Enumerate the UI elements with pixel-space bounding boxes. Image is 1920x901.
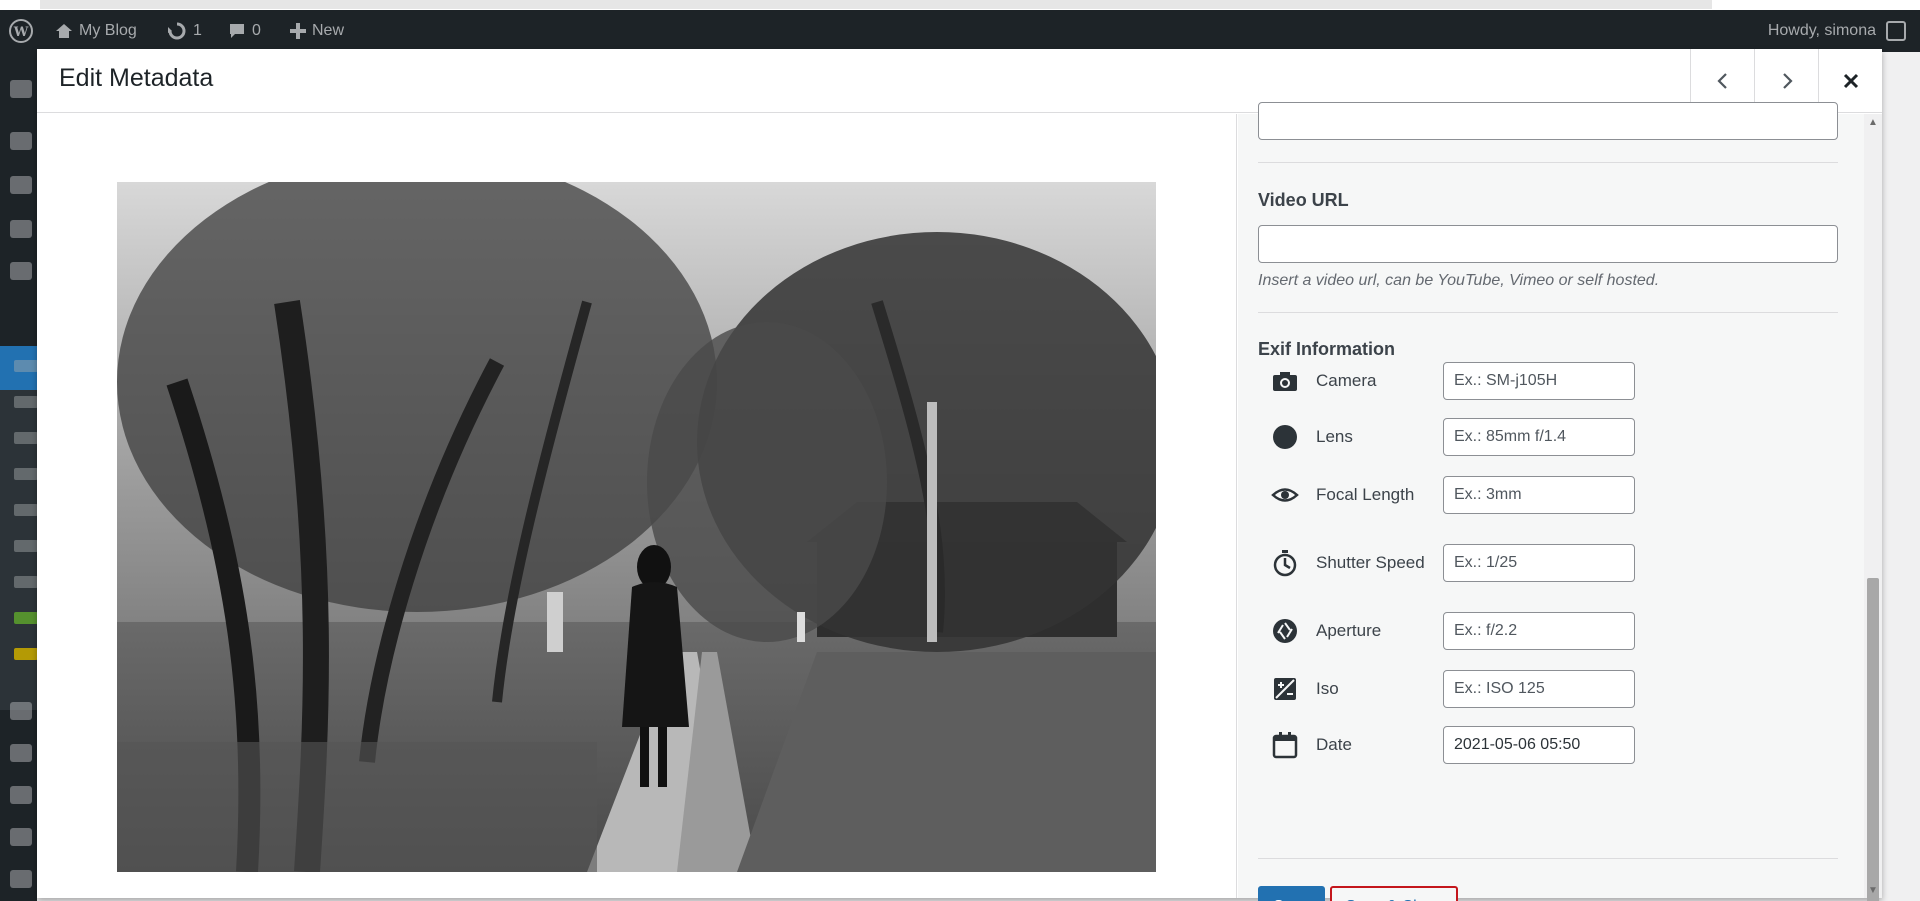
- plus-icon: [290, 23, 306, 39]
- sidebar-sub-item[interactable]: [14, 504, 38, 516]
- comment-icon: [230, 24, 244, 38]
- exif-row-shutter-speed: Shutter Speed: [1258, 543, 1658, 583]
- exif-label-camera: Camera: [1316, 371, 1377, 390]
- wordpress-logo[interactable]: W: [8, 10, 34, 52]
- focal-length-input[interactable]: [1443, 476, 1635, 514]
- admin-sidebar: [0, 52, 38, 901]
- chevron-right-icon: [1782, 73, 1793, 89]
- sidebar-sub-item[interactable]: [14, 396, 38, 408]
- exif-label-date: Date: [1316, 735, 1352, 754]
- previous-field-input[interactable]: [1258, 102, 1838, 140]
- updates-link[interactable]: 1: [167, 10, 202, 52]
- stopwatch-icon: [1270, 548, 1300, 578]
- aperture-icon: [1270, 616, 1300, 646]
- lens-icon: [1270, 422, 1300, 452]
- exif-label-aperture: Aperture: [1316, 621, 1382, 640]
- site-name-link[interactable]: My Blog: [55, 10, 137, 52]
- modal-title: Edit Metadata: [59, 64, 214, 92]
- divider: [1258, 312, 1838, 313]
- video-url-label: Video URL: [1258, 190, 1349, 210]
- lens-input[interactable]: [1443, 418, 1635, 456]
- exif-label-lens: Lens: [1316, 427, 1353, 446]
- camera-input[interactable]: [1443, 362, 1635, 400]
- sidebar-sub-item[interactable]: [14, 432, 38, 444]
- sidebar-sub-item[interactable]: [14, 612, 38, 624]
- edit-metadata-modal: Edit Metadata Video URL Insert a video u…: [37, 49, 1882, 901]
- iso-input[interactable]: [1443, 670, 1635, 708]
- exif-label-iso: Iso: [1316, 679, 1339, 698]
- exif-row-camera: Camera: [1258, 361, 1658, 401]
- camera-icon: [1270, 366, 1300, 396]
- sidebar-sub-item[interactable]: [14, 540, 38, 552]
- users-icon[interactable]: [10, 786, 32, 804]
- exif-heading: Exif Information: [1258, 339, 1396, 359]
- calendar-icon: [1270, 730, 1300, 760]
- divider: [1258, 858, 1838, 859]
- shutter-speed-input[interactable]: [1443, 544, 1635, 582]
- scroll-down-arrow-icon[interactable]: ▼: [1868, 886, 1878, 896]
- exif-label-focal-length: Focal Length: [1316, 485, 1415, 504]
- sidebar-sub-item[interactable]: [14, 360, 38, 372]
- save-button[interactable]: Save: [1258, 886, 1325, 901]
- new-content-link[interactable]: New: [290, 10, 344, 52]
- video-url-help: Insert a video url, can be YouTube, Vime…: [1258, 272, 1660, 289]
- chevron-left-icon: [1716, 73, 1727, 89]
- scrollbar-thumb[interactable]: [1867, 578, 1879, 901]
- dashboard-icon[interactable]: [10, 80, 32, 98]
- plugins-icon[interactable]: [10, 744, 32, 762]
- sidebar-sub-item[interactable]: [14, 468, 38, 480]
- admin-bar: W My Blog 1 0 New Howdy, simona: [0, 10, 1920, 52]
- exif-row-lens: Lens: [1258, 417, 1658, 457]
- new-label: New: [312, 22, 345, 39]
- media-icon[interactable]: [10, 176, 32, 194]
- video-url-input[interactable]: [1258, 225, 1838, 263]
- posts-icon[interactable]: [10, 132, 32, 150]
- tools-icon[interactable]: [10, 828, 32, 846]
- iso-icon: [1270, 674, 1300, 704]
- exif-row-date: Date: [1258, 725, 1658, 765]
- howdy-link[interactable]: Howdy, simona: [1768, 10, 1876, 52]
- avatar[interactable]: [1886, 21, 1906, 41]
- sidebar-sub-item[interactable]: [14, 648, 38, 660]
- settings-icon[interactable]: [10, 870, 32, 888]
- exif-row-focal-length: Focal Length: [1258, 475, 1658, 515]
- site-name: My Blog: [79, 22, 137, 39]
- close-icon: [1843, 73, 1858, 89]
- image-preview-pane: [37, 114, 1237, 898]
- wordpress-logo-icon: W: [9, 19, 33, 43]
- photo-park-path: [117, 182, 1156, 872]
- browser-top-strip: [0, 0, 1920, 10]
- pages-icon[interactable]: [10, 220, 32, 238]
- comments-link[interactable]: 0: [228, 10, 261, 52]
- svg-text:W: W: [13, 25, 29, 40]
- sidebar-sub-item[interactable]: [14, 576, 38, 588]
- aperture-input[interactable]: [1443, 612, 1635, 650]
- divider: [1258, 162, 1838, 163]
- top-strip-bar: [40, 0, 1712, 9]
- comments-menu-icon[interactable]: [10, 262, 32, 280]
- exif-label-shutter-speed: Shutter Speed: [1316, 553, 1425, 572]
- eye-icon: [1270, 480, 1300, 510]
- save-and-close-button[interactable]: Save & Close: [1330, 886, 1458, 901]
- appearance-icon[interactable]: [10, 702, 32, 720]
- exif-row-aperture: Aperture: [1258, 611, 1658, 651]
- comments-count: 0: [252, 22, 261, 39]
- modal-body: Video URL Insert a video url, can be You…: [37, 102, 1882, 901]
- exif-row-iso: Iso: [1258, 669, 1658, 709]
- home-icon: [56, 24, 72, 38]
- metadata-settings-pane: Video URL Insert a video url, can be You…: [1238, 102, 1882, 901]
- scroll-up-arrow-icon[interactable]: ▲: [1868, 118, 1878, 128]
- settings-scrollbar[interactable]: ▲ ▼: [1864, 114, 1882, 901]
- updates-count: 1: [193, 22, 202, 39]
- attachment-image: [117, 182, 1156, 872]
- howdy-text: Howdy, simona: [1767, 22, 1876, 39]
- updates-icon: [168, 22, 186, 40]
- date-input[interactable]: [1443, 726, 1635, 764]
